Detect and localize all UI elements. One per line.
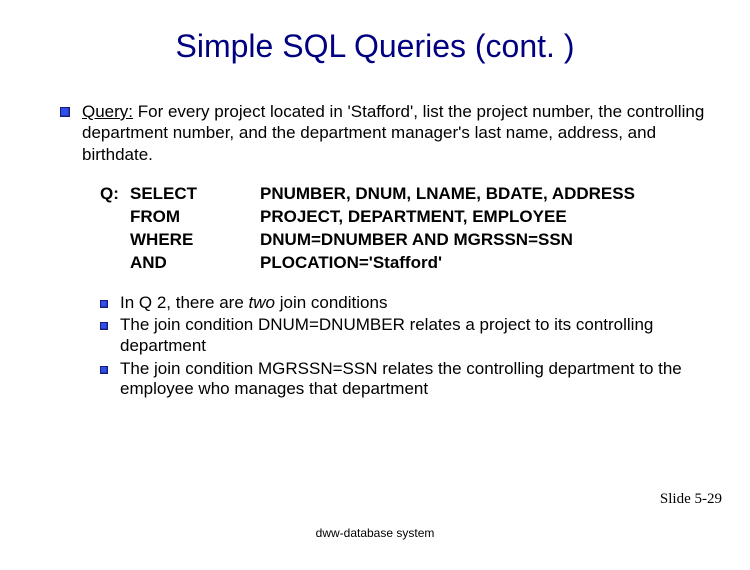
- slide-body: Query: For every project located in 'Sta…: [0, 65, 750, 400]
- note-pre: In Q 2, there are: [120, 293, 249, 312]
- query-label: Query:: [82, 102, 133, 121]
- note-post: join conditions: [275, 293, 387, 312]
- slide-number: Slide 5-29: [660, 491, 722, 508]
- note-text: In Q 2, there are two join conditions: [120, 293, 387, 314]
- list-item: The join condition DNUM=DNUMBER relates …: [100, 315, 710, 356]
- notes-list: In Q 2, there are two join conditions Th…: [100, 293, 710, 401]
- list-item: In Q 2, there are two join conditions: [100, 293, 710, 314]
- bullet-icon: [60, 107, 70, 117]
- note-text: The join condition DNUM=DNUMBER relates …: [120, 315, 710, 356]
- sql-keywords: SELECT FROM WHERE AND: [130, 183, 260, 275]
- list-item: The join condition MGRSSN=SSN relates th…: [100, 359, 710, 400]
- sql-values: PNUMBER, DNUM, LNAME, BDATE, ADDRESS PRO…: [260, 183, 710, 275]
- footer-text: dww-database system: [0, 526, 750, 540]
- query-description-row: Query: For every project located in 'Sta…: [60, 101, 710, 165]
- note-em: two: [249, 293, 275, 312]
- note-text: The join condition MGRSSN=SSN relates th…: [120, 359, 710, 400]
- note-pre: The join condition DNUM=DNUMBER relates …: [120, 315, 653, 355]
- bullet-icon: [100, 300, 108, 308]
- sql-block: Q: SELECT FROM WHERE AND PNUMBER, DNUM, …: [100, 183, 710, 275]
- query-description: Query: For every project located in 'Sta…: [82, 101, 710, 165]
- note-pre: The join condition MGRSSN=SSN relates th…: [120, 359, 682, 399]
- bullet-icon: [100, 322, 108, 330]
- sql-label: Q:: [100, 183, 130, 275]
- query-text: For every project located in 'Stafford',…: [82, 102, 704, 164]
- slide-title: Simple SQL Queries (cont. ): [0, 0, 750, 65]
- bullet-icon: [100, 366, 108, 374]
